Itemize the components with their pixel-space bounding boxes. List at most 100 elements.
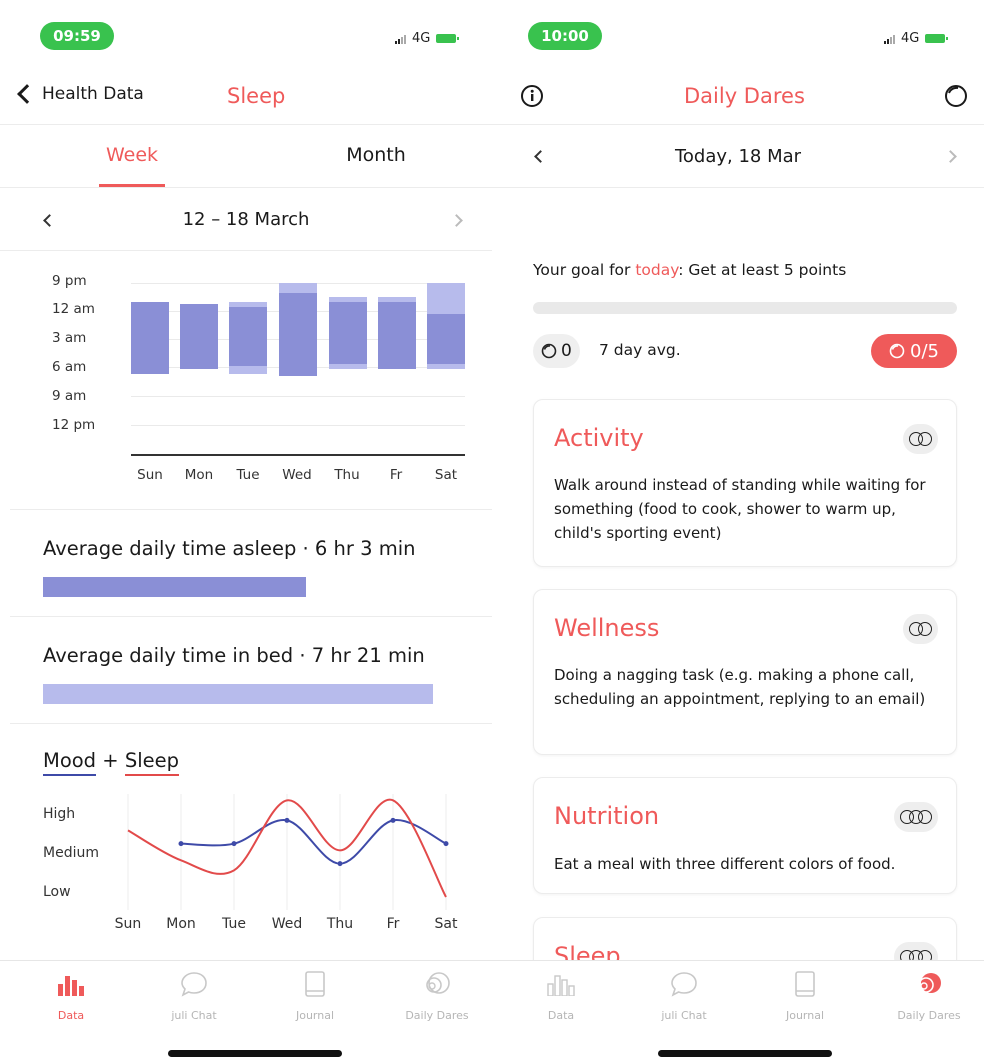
nav-bar: Daily Dares — [492, 70, 984, 125]
date-range-label: 12 – 18 March — [182, 209, 310, 230]
chat-bubble-icon — [639, 969, 729, 999]
goal-prefix: Your goal for — [533, 261, 636, 279]
divider — [10, 509, 492, 510]
y-tick-label: 9 am — [52, 388, 87, 404]
back-label: Health Data — [42, 84, 144, 104]
status-time: 10:00 — [528, 22, 602, 50]
points-button[interactable] — [944, 84, 968, 112]
avg-asleep-title: Average daily time asleep · 6 hr 3 min — [43, 537, 416, 560]
asleep-bar — [131, 302, 169, 374]
tabbar-daily-dares[interactable]: Daily Dares — [884, 969, 974, 1022]
divider — [10, 723, 492, 724]
mood-point — [284, 817, 290, 823]
tabbar-data[interactable]: Data — [516, 969, 606, 1022]
status-indicators: 4G — [395, 31, 460, 46]
tab-bar: Data juli Chat Journal Daily Dares — [0, 960, 492, 1057]
back-button[interactable]: Health Data — [17, 84, 144, 104]
x-tick-label: Thu — [334, 467, 360, 483]
y-tick-label: 12 am — [52, 301, 95, 317]
score-pill[interactable]: 0/5 — [871, 334, 957, 368]
gridline — [131, 396, 465, 397]
journal-icon — [270, 969, 360, 999]
tabbar-chat[interactable]: juli Chat — [639, 969, 729, 1022]
points-value: 0 — [561, 341, 572, 361]
mood-sleep-chart — [127, 794, 449, 910]
divider — [10, 616, 492, 617]
mood-point — [443, 841, 449, 847]
info-button[interactable] — [520, 84, 544, 112]
mood-point — [178, 841, 184, 847]
tabbar-label: Journal — [785, 1009, 825, 1022]
period-tabs: Week Month — [0, 126, 492, 188]
score-icon — [889, 343, 905, 359]
mood-legend: Mood — [43, 749, 97, 776]
tabbar-daily-dares[interactable]: Daily Dares — [392, 969, 482, 1022]
asleep-bar — [378, 302, 416, 369]
bar-chart-icon — [26, 969, 116, 999]
signal-icon — [884, 34, 895, 44]
sleep-screen: 09:59 4G Health Data Sleep Week Month 12… — [0, 0, 492, 1057]
battery-icon — [436, 34, 460, 43]
asleep-bar — [180, 304, 218, 369]
points-icon — [541, 343, 557, 359]
asleep-bar — [279, 292, 317, 376]
tabbar-journal[interactable]: Journal — [270, 969, 360, 1022]
card-title: Wellness — [554, 614, 660, 642]
x-tick-label: Sun — [137, 467, 163, 483]
tab-week[interactable]: Week — [99, 144, 165, 166]
points-badge — [903, 614, 938, 644]
mood-point — [231, 841, 237, 847]
network-label: 4G — [412, 31, 431, 46]
y-tick-label: 6 am — [52, 359, 87, 375]
tabbar-label: Daily Dares — [405, 1009, 469, 1022]
mood-x-label: Thu — [326, 916, 354, 932]
card-text: Walk around instead of standing while wa… — [554, 476, 926, 542]
mood-series-line — [180, 819, 447, 865]
mood-sleep-title: Mood + Sleep — [43, 749, 179, 776]
tabbar-chat[interactable]: juli Chat — [149, 969, 239, 1022]
points-badge — [894, 802, 938, 832]
mood-x-label: Mon — [166, 916, 196, 932]
dares-icon — [392, 969, 482, 999]
tabbar-label: Data — [57, 1009, 85, 1022]
dares-icon — [884, 969, 974, 999]
y-tick-label: 3 am — [52, 330, 87, 346]
x-tick-label: Fr — [389, 467, 403, 483]
mood-x-label: Sat — [434, 916, 458, 932]
info-icon — [521, 85, 543, 107]
avg-in-bed-title: Average daily time in bed · 7 hr 21 min — [43, 644, 425, 667]
goal-text: Your goal for today: Get at least 5 poin… — [533, 261, 846, 279]
tabbar-label: juli Chat — [661, 1009, 707, 1022]
x-tick-label: Mon — [184, 467, 214, 483]
goal-highlight: today — [635, 261, 679, 279]
tabbar-label: Data — [547, 1009, 575, 1022]
dares-ring-icon — [945, 85, 967, 107]
x-tick-label: Tue — [236, 467, 260, 483]
date-range-row: 12 – 18 March — [0, 189, 492, 251]
home-indicator — [658, 1050, 832, 1057]
dare-card-nutrition[interactable]: Nutrition Eat a meal with three differen… — [533, 777, 957, 894]
avg-label: 7 day avg. — [599, 341, 681, 359]
tabbar-journal[interactable]: Journal — [760, 969, 850, 1022]
y-tick-label: 9 pm — [52, 273, 87, 289]
asleep-bar — [427, 313, 465, 365]
nav-bar: Health Data Sleep — [0, 70, 492, 125]
mood-point — [337, 861, 343, 867]
signal-icon — [395, 34, 406, 44]
journal-icon — [760, 969, 850, 999]
tabbar-data[interactable]: Data — [26, 969, 116, 1022]
mood-x-label: Fr — [386, 916, 400, 932]
tab-bar: Data juli Chat Journal Daily Dares — [492, 960, 984, 1057]
home-indicator — [168, 1050, 342, 1057]
y-tick-label: 12 pm — [52, 417, 96, 433]
points-pill: 0 — [533, 334, 580, 368]
dare-card-activity[interactable]: Activity Walk around instead of standing… — [533, 399, 957, 567]
dare-card-wellness[interactable]: Wellness Doing a nagging task (e.g. maki… — [533, 589, 957, 755]
sleep-legend: Sleep — [124, 749, 179, 776]
x-tick-label: Sat — [434, 467, 458, 483]
network-label: 4G — [901, 31, 920, 46]
avg-in-bed-bar — [43, 684, 433, 704]
tab-month[interactable]: Month — [340, 144, 412, 166]
card-title: Activity — [554, 424, 644, 452]
chat-bubble-icon — [149, 969, 239, 999]
